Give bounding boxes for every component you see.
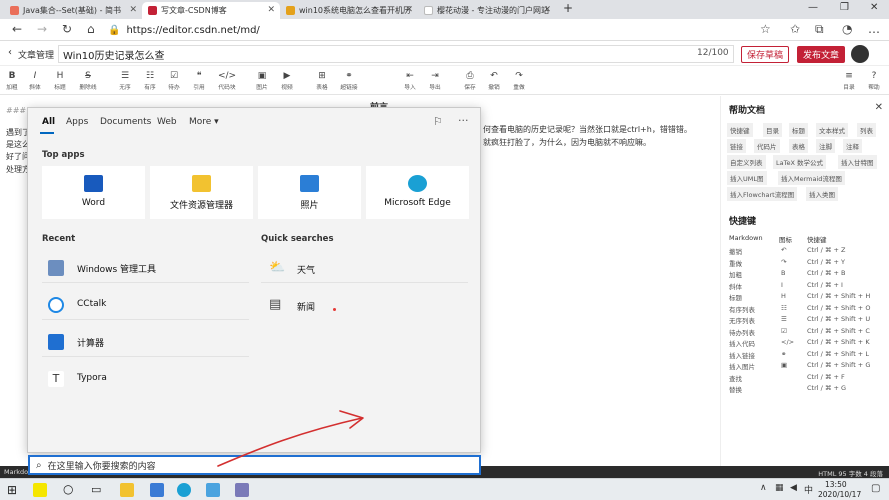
annotation-arrow xyxy=(217,410,364,467)
